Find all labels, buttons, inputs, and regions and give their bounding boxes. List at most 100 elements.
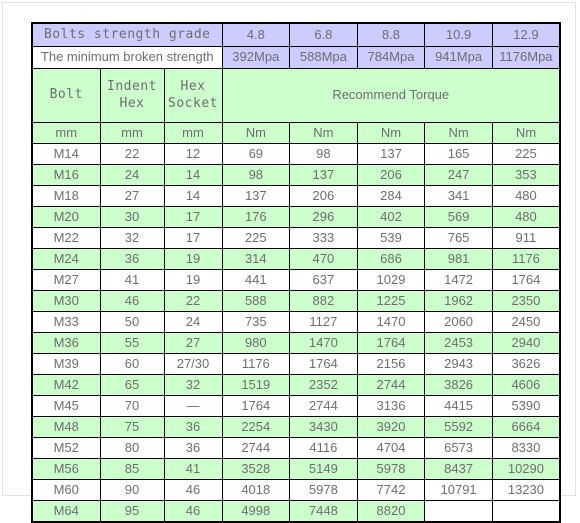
cell-torque-3: 569 — [424, 206, 493, 228]
grade-value-4-8: 4.8 — [221, 22, 291, 47]
cell-torque-2: 5978 — [356, 458, 426, 480]
cell-torque-1: 1127 — [289, 311, 358, 333]
cell-torque-3: 6573 — [424, 437, 493, 459]
header-row-units: mm mm mm Nm Nm Nm Nm Nm — [31, 122, 561, 144]
cell-torque-1: 296 — [289, 206, 358, 228]
cell-torque-1: 2744 — [289, 395, 358, 417]
cell-torque-4: 1764 — [491, 269, 561, 291]
cell-hex-socket: — — [163, 395, 223, 417]
cell-torque-4: 2450 — [491, 311, 561, 333]
cell-torque-2: 1225 — [356, 290, 426, 312]
cell-torque-1: 470 — [289, 248, 358, 270]
cell-torque-4: 6664 — [491, 416, 561, 438]
cell-torque-1: 5149 — [289, 458, 358, 480]
table-row: M14 22 12 69 98 137 165 225 — [31, 143, 561, 165]
table-row: M33 50 24 735 1127 1470 2060 2450 — [31, 311, 561, 333]
cell-torque-4: 8330 — [491, 437, 561, 459]
cell-torque-3: 165 — [424, 143, 493, 165]
cell-indent-hex: 50 — [99, 311, 165, 333]
cell-torque-3: 981 — [424, 248, 493, 270]
cell-bolt: M48 — [31, 416, 101, 438]
cell-indent-hex: 46 — [99, 290, 165, 312]
cell-torque-2: 1029 — [356, 269, 426, 291]
broken-strength-value-2: 784Mpa — [356, 46, 426, 69]
cell-torque-1: 637 — [289, 269, 358, 291]
column-header-hex-socket: Hex Socket — [163, 68, 223, 123]
header-row-broken-strength: The minimum broken strength 392Mpa 588Mpa 7… — [31, 46, 561, 69]
cell-torque-3: 1472 — [424, 269, 493, 291]
cell-torque-4: 5390 — [491, 395, 561, 417]
cell-indent-hex: 95 — [99, 500, 165, 523]
cell-bolt: M27 — [31, 269, 101, 291]
cell-torque-4: 1176 — [491, 248, 561, 270]
cell-torque-2: 2156 — [356, 353, 426, 375]
cell-indent-hex: 90 — [99, 479, 165, 501]
cell-bolt: M42 — [31, 374, 101, 396]
cell-indent-hex: 22 — [99, 143, 165, 165]
cell-torque-0: 225 — [221, 227, 291, 249]
cell-torque-4: 3626 — [491, 353, 561, 375]
cell-torque-4: 480 — [491, 185, 561, 207]
unit-torque-2: Nm — [356, 122, 426, 144]
cell-torque-3: 765 — [424, 227, 493, 249]
cell-hex-socket: 46 — [163, 479, 223, 501]
cell-indent-hex: 60 — [99, 353, 165, 375]
cell-torque-0: 735 — [221, 311, 291, 333]
page-frame: Bolts strength grade 4.8 6.8 8.8 10.9 12.9 The… — [2, 2, 576, 523]
cell-torque-1: 5978 — [289, 479, 358, 501]
cell-torque-0: 2254 — [221, 416, 291, 438]
cell-hex-socket: 12 — [163, 143, 223, 165]
table-row: M20 30 17 176 296 402 569 480 — [31, 206, 561, 228]
cell-torque-1: 4116 — [289, 437, 358, 459]
cell-hex-socket: 41 — [163, 458, 223, 480]
table-row: M56 85 41 3528 5149 5978 8437 10290 — [31, 458, 561, 480]
indent-hex-line2: Hex — [119, 95, 145, 111]
cell-bolt: M30 — [31, 290, 101, 312]
unit-hex-socket: mm — [163, 122, 223, 144]
unit-bolt: mm — [31, 122, 101, 144]
cell-torque-0: 980 — [221, 332, 291, 354]
cell-torque-3: 3826 — [424, 374, 493, 396]
cell-bolt: M18 — [31, 185, 101, 207]
unit-torque-3: Nm — [424, 122, 493, 144]
cell-hex-socket: 46 — [163, 500, 223, 523]
bolt-torque-table-container: Bolts strength grade 4.8 6.8 8.8 10.9 12.9 The… — [31, 22, 561, 523]
cell-torque-3 — [424, 500, 493, 523]
cell-indent-hex: 55 — [99, 332, 165, 354]
cell-torque-4: 13230 — [491, 479, 561, 501]
cell-bolt: M22 — [31, 227, 101, 249]
cell-indent-hex: 24 — [99, 164, 165, 186]
cell-torque-1: 1764 — [289, 353, 358, 375]
cell-torque-3: 5592 — [424, 416, 493, 438]
table-row: M16 24 14 98 137 206 247 353 — [31, 164, 561, 186]
cell-bolt: M33 — [31, 311, 101, 333]
cell-torque-4: 2350 — [491, 290, 561, 312]
cell-bolt: M45 — [31, 395, 101, 417]
cell-torque-2: 4704 — [356, 437, 426, 459]
cell-indent-hex: 36 — [99, 248, 165, 270]
cell-hex-socket: 14 — [163, 185, 223, 207]
column-header-indent-hex: Indent Hex — [99, 68, 165, 123]
grade-title-cell: Bolts strength grade — [31, 22, 223, 47]
cell-hex-socket: 27 — [163, 332, 223, 354]
cell-torque-3: 4415 — [424, 395, 493, 417]
cell-torque-3: 247 — [424, 164, 493, 186]
cell-torque-3: 2060 — [424, 311, 493, 333]
cell-bolt: M14 — [31, 143, 101, 165]
cell-torque-0: 4018 — [221, 479, 291, 501]
cell-bolt: M56 — [31, 458, 101, 480]
cell-bolt: M60 — [31, 479, 101, 501]
table-row: M27 41 19 441 637 1029 1472 1764 — [31, 269, 561, 291]
cell-torque-0: 588 — [221, 290, 291, 312]
cell-hex-socket: 22 — [163, 290, 223, 312]
cell-hex-socket: 17 — [163, 206, 223, 228]
cell-torque-1: 1470 — [289, 332, 358, 354]
table-row: M22 32 17 225 333 539 765 911 — [31, 227, 561, 249]
cell-indent-hex: 27 — [99, 185, 165, 207]
cell-hex-socket: 27/30 — [163, 353, 223, 375]
cell-indent-hex: 32 — [99, 227, 165, 249]
unit-torque-4: Nm — [491, 122, 561, 144]
cell-hex-socket: 24 — [163, 311, 223, 333]
cell-torque-0: 1176 — [221, 353, 291, 375]
cell-torque-4: 911 — [491, 227, 561, 249]
